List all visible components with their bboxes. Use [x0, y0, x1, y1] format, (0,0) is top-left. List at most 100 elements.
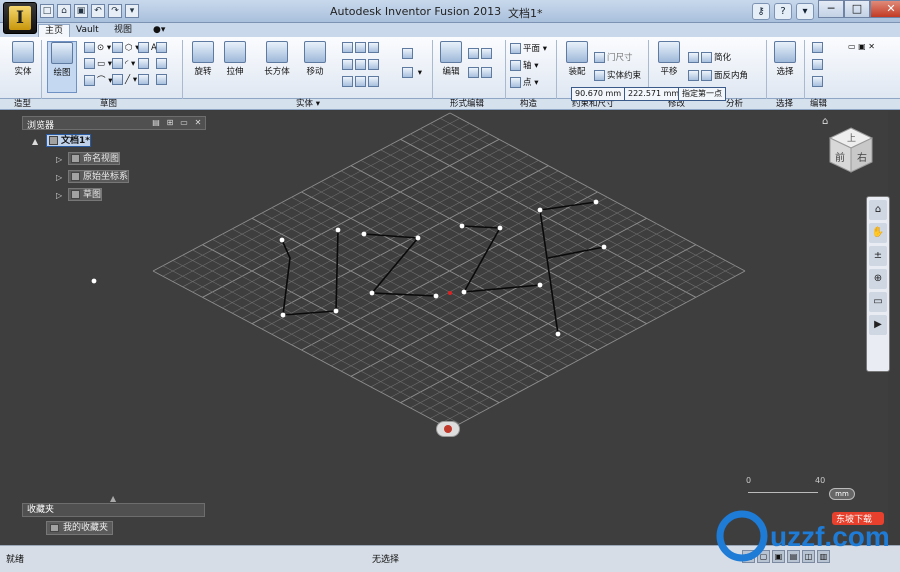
home-icon[interactable]: ⌂: [57, 4, 71, 18]
key-icon[interactable]: ⚷: [752, 3, 770, 20]
sketch-point[interactable]: [459, 223, 465, 229]
browser-close-icon[interactable]: ✕: [193, 118, 203, 128]
nav-zoom-icon[interactable]: ±: [869, 246, 887, 266]
undo-icon[interactable]: ↶: [91, 4, 105, 18]
solid-tool-1[interactable]: [342, 42, 381, 53]
viewcube[interactable]: 上 前 右: [828, 126, 874, 174]
pattern-tool[interactable]: [402, 48, 415, 59]
tree-node-origin[interactable]: 原始坐标系: [68, 170, 130, 183]
browser-filter-icon[interactable]: ▤: [151, 118, 161, 128]
application-menu-button[interactable]: I: [3, 2, 37, 34]
close-button[interactable]: ✕: [870, 0, 900, 18]
sketch-point[interactable]: [461, 289, 467, 295]
maximize-button[interactable]: □: [844, 0, 870, 18]
tree-root-document[interactable]: 文档1*: [46, 134, 91, 147]
nav-pan-icon[interactable]: ✋: [869, 223, 887, 243]
constraint-tool[interactable]: 实体约束: [594, 69, 641, 81]
solid-button[interactable]: 实体: [8, 41, 38, 77]
home-view-icon[interactable]: ⌂: [822, 116, 828, 127]
nav-look-at-icon[interactable]: ▭: [869, 292, 887, 312]
expand-named-views-icon[interactable]: ▷: [56, 155, 62, 164]
sketch-point[interactable]: [279, 237, 285, 243]
sketch-point[interactable]: [415, 235, 421, 241]
nav-steering-icon[interactable]: ▶: [869, 315, 887, 335]
arc-tool[interactable]: ⌒ ▾: [84, 74, 112, 86]
help-icon[interactable]: ?: [774, 3, 792, 20]
splitter-arrow-icon[interactable]: ▲: [110, 494, 116, 503]
tab-extra[interactable]: ●▾: [147, 24, 171, 37]
mirror-tool[interactable]: [138, 58, 151, 69]
edit-form-button[interactable]: 编辑: [436, 41, 466, 77]
qat-dropdown-icon[interactable]: ▾: [125, 4, 139, 18]
ribbon-mini-controls[interactable]: ▭ ▣ ✕: [848, 42, 875, 51]
solid-tool-3[interactable]: [342, 76, 381, 87]
sketch-point[interactable]: [555, 331, 561, 337]
form-tool-2[interactable]: [468, 67, 494, 78]
extend-tool[interactable]: [156, 74, 169, 85]
work-axis-tool[interactable]: 轴 ▾: [510, 59, 538, 71]
redo-icon[interactable]: ↷: [108, 4, 122, 18]
sketch-point[interactable]: [537, 282, 543, 288]
nav-orbit-icon[interactable]: ⊕: [869, 269, 887, 289]
box-button[interactable]: 长方体: [262, 41, 292, 77]
solid-tool-2[interactable]: [342, 59, 381, 70]
circle-tool[interactable]: ⊙ ▾: [84, 42, 111, 53]
sketch-point[interactable]: [593, 199, 599, 205]
work-plane-tool[interactable]: 平面 ▾: [510, 42, 547, 54]
sketch-point[interactable]: [369, 290, 375, 296]
sketch-stroke[interactable]: [371, 237, 419, 294]
expand-sketches-icon[interactable]: ▷: [56, 191, 62, 200]
edit-tool-1[interactable]: [812, 42, 825, 53]
expand-origin-icon[interactable]: ▷: [56, 173, 62, 182]
origin-marker-button[interactable]: [436, 421, 460, 437]
polygon-tool[interactable]: ⬡ ▾: [112, 42, 139, 53]
rect-tool[interactable]: ▭ ▾: [84, 58, 112, 69]
dimension-input-x[interactable]: 90.670 mm: [571, 87, 626, 101]
sketch-point[interactable]: [433, 293, 439, 299]
nav-home-icon[interactable]: ⌂: [869, 200, 887, 220]
tab-home[interactable]: 主页: [38, 24, 71, 37]
save-icon[interactable]: ▣: [74, 4, 88, 18]
pan-button[interactable]: 平移: [654, 41, 684, 77]
sketch-point[interactable]: [497, 225, 503, 231]
move-button[interactable]: 移动: [300, 41, 330, 77]
sketch-point[interactable]: [335, 227, 341, 233]
new-icon[interactable]: □: [40, 4, 54, 18]
simplify-tool[interactable]: 简化: [688, 51, 731, 63]
form-tool-1[interactable]: [468, 48, 494, 59]
pattern-tool-2[interactable]: ▾: [402, 67, 422, 78]
sketch-point[interactable]: [537, 207, 543, 213]
tree-node-named-views[interactable]: 命名视图: [68, 152, 121, 165]
sketch-stroke[interactable]: [539, 201, 597, 211]
sketch-point[interactable]: [91, 278, 97, 284]
panel-label-solid[interactable]: 实体 ▾: [296, 99, 320, 109]
sketch-button[interactable]: 绘图: [47, 41, 77, 93]
sketch-point[interactable]: [280, 312, 286, 318]
dimension-tool[interactable]: 门尺寸: [594, 51, 633, 63]
help-dropdown-icon[interactable]: ▾: [796, 3, 814, 20]
collapse-root-icon[interactable]: ▲: [32, 137, 38, 146]
work-point-tool[interactable]: 点 ▾: [510, 76, 538, 88]
dimension-input-y[interactable]: 222.571 mm: [624, 87, 684, 101]
assemble-button[interactable]: 装配: [562, 41, 592, 77]
select-button[interactable]: 选择: [770, 41, 800, 77]
tab-view[interactable]: 视图: [108, 24, 138, 37]
tree-node-sketches[interactable]: 草图: [68, 188, 103, 201]
tab-vault[interactable]: Vault: [70, 24, 105, 37]
sketch-point[interactable]: [361, 231, 367, 237]
line-tool[interactable]: ╱ ▾: [112, 74, 137, 85]
fillet-tool[interactable]: ◜ ▾: [112, 58, 135, 69]
unit-button[interactable]: mm: [829, 488, 855, 500]
browser-expand-icon[interactable]: ⊞: [165, 118, 175, 128]
sketch-stroke[interactable]: [363, 233, 419, 239]
image-tool[interactable]: [156, 42, 169, 53]
edit-tool-3[interactable]: [812, 76, 825, 87]
favorites-item[interactable]: 我的收藏夹: [46, 521, 114, 535]
minimize-button[interactable]: ─: [818, 0, 844, 18]
trim-tool[interactable]: [156, 58, 169, 69]
revolve-button[interactable]: 旋转: [188, 41, 218, 77]
browser-minimize-icon[interactable]: ▭: [179, 118, 189, 128]
extrude-button[interactable]: 拉伸: [220, 41, 250, 77]
analysis-tool[interactable]: 面反内角: [688, 69, 748, 81]
sketch-point[interactable]: [601, 244, 607, 250]
